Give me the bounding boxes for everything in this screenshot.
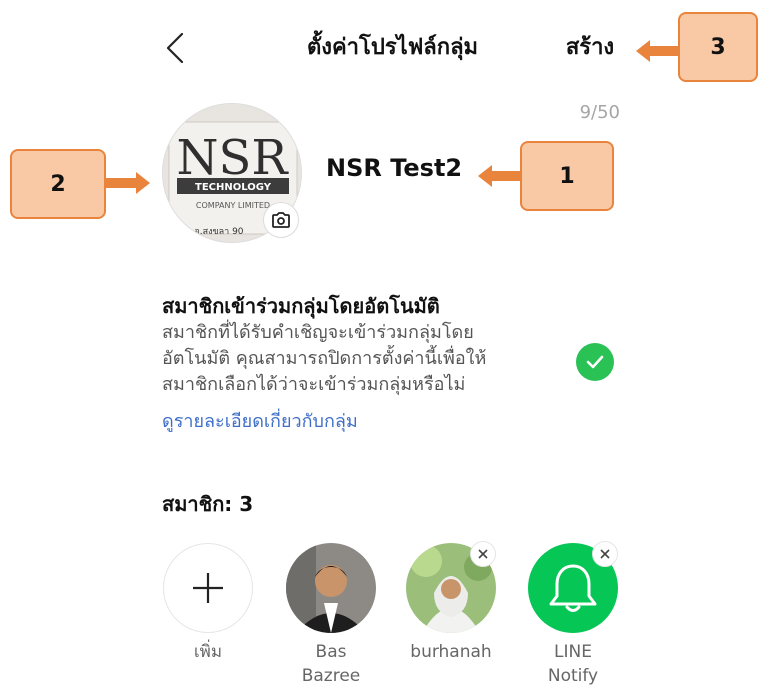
auto-join-checkbox[interactable] xyxy=(576,343,614,381)
member-name: Bas Bazree xyxy=(276,640,386,688)
page-title: ตั้งค่าโปรไฟล์กลุ่ม xyxy=(306,35,479,60)
group-name[interactable]: NSR Test2 xyxy=(326,154,462,182)
callout-3-arrow xyxy=(636,40,680,62)
member-avatar[interactable] xyxy=(286,543,376,633)
avatar-logo-text: NSR xyxy=(176,130,289,186)
create-button[interactable]: สร้าง xyxy=(550,30,630,66)
callout-1: 1 xyxy=(520,141,614,211)
member-name-line: Bazree xyxy=(301,666,361,686)
callout-3: 3 xyxy=(678,12,758,82)
auto-join-title: สมาชิกเข้าร่วมกลุ่มโดยอัตโนมัติ xyxy=(162,294,440,318)
remove-member-button[interactable] xyxy=(592,541,618,567)
auto-join-desc-line: สมาชิกที่ได้รับคำเชิญจะเข้าร่วมกลุ่มโดย xyxy=(162,322,474,343)
avatar-line1: TECHNOLOGY xyxy=(195,182,272,193)
group-details-link[interactable]: ดูรายละเอียดเกี่ยวกับกลุ่ม xyxy=(162,406,358,435)
members-count: สมาชิก: 3 xyxy=(162,492,254,516)
callout-2: 2 xyxy=(10,149,106,219)
add-member-button[interactable] xyxy=(163,543,253,633)
member-name: burhanah xyxy=(396,640,506,664)
avatar-line2: COMPANY LIMITED xyxy=(196,201,270,210)
plus-icon xyxy=(193,573,223,603)
close-icon xyxy=(600,549,610,559)
member-name-line: LINE xyxy=(554,642,592,662)
change-photo-button[interactable] xyxy=(263,202,299,238)
add-member-label: เพิ่ม xyxy=(193,642,223,662)
back-button[interactable] xyxy=(160,30,190,66)
member-name: LINE Notify xyxy=(518,640,628,688)
member-photo xyxy=(286,543,376,633)
member-name-line: burhanah xyxy=(410,642,492,662)
name-counter: 9/50 xyxy=(579,102,620,123)
auto-join-desc-line: สมาชิกเลือกได้ว่าจะเข้าร่วมกลุ่มหรือไม่ xyxy=(162,374,466,395)
check-icon xyxy=(586,355,604,369)
auto-join-description: สมาชิกที่ได้รับคำเชิญจะเข้าร่วมกลุ่มโดย … xyxy=(162,320,562,398)
camera-icon xyxy=(272,212,290,228)
callout-1-arrow xyxy=(478,165,522,187)
chevron-left-icon xyxy=(166,32,184,64)
close-icon xyxy=(478,549,488,559)
remove-member-button[interactable] xyxy=(470,541,496,567)
auto-join-desc-line: อัตโนมัติ คุณสามารถปิดการตั้งค่านี้เพื่อ… xyxy=(162,348,487,369)
bell-icon xyxy=(549,564,597,612)
member-name-line: Notify xyxy=(547,666,599,686)
member-name-line: Bas xyxy=(315,642,347,662)
avatar-line3: จ.สงขลา 90 xyxy=(194,227,243,237)
callout-2-arrow xyxy=(106,172,150,194)
